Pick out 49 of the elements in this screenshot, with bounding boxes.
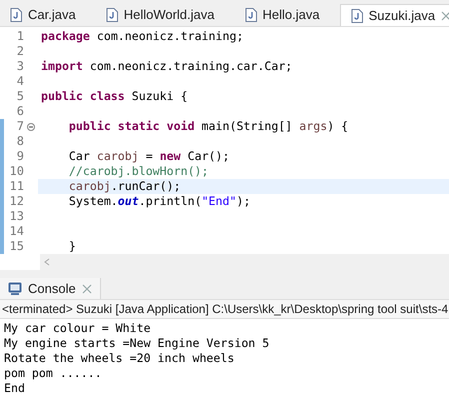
- java-file-icon: [350, 8, 363, 22]
- editor-tab[interactable]: HelloWorld.java: [96, 4, 224, 26]
- line-number: 5: [16, 89, 24, 104]
- console-icon: [8, 282, 22, 295]
- code-line: import com.neonicz.training.car.Car;: [40, 59, 294, 74]
- fold-icon[interactable]: [27, 122, 35, 130]
- tab-label: HelloWorld.java: [124, 6, 214, 24]
- line-number: 6: [16, 104, 24, 119]
- code-line: public class Suzuki {: [40, 89, 189, 104]
- horizontal-scrollbar[interactable]: [40, 254, 449, 270]
- line-number: 11: [8, 179, 24, 194]
- line-number: 9: [16, 149, 24, 164]
- code-line: package com.neonicz.training;: [40, 29, 244, 44]
- console-output-line: End: [4, 381, 26, 396]
- console-output-line: My car colour = White: [4, 321, 152, 336]
- editor-tab[interactable]: Suzuki.java: [340, 4, 449, 26]
- console-status: <terminated> Suzuki [Java Application] C:\Users\kk_kr\Desktop\spring tool suit\sts-4: [0, 300, 449, 319]
- line-number: 10: [8, 164, 24, 179]
- tab-label: Hello.java: [262, 6, 320, 24]
- java-file-icon: [106, 8, 118, 22]
- line-number: 8: [16, 134, 24, 149]
- tab-label: Car.java: [28, 6, 76, 24]
- line-number: 12: [8, 194, 24, 209]
- line-number: 3: [16, 59, 24, 74]
- code-line: Car carobj = new Car();: [68, 149, 231, 164]
- line-number: 2: [16, 44, 24, 59]
- editor-tab[interactable]: Car.java: [0, 4, 86, 26]
- line-number: 1: [16, 29, 24, 44]
- scroll-left-icon[interactable]: [44, 258, 50, 266]
- code-line: System.out.println("End");: [68, 194, 252, 209]
- line-number: 4: [16, 74, 24, 89]
- line-number: 15: [8, 239, 24, 254]
- line-number: 13: [8, 209, 24, 224]
- close-icon[interactable]: [82, 284, 92, 294]
- line-number: 7: [16, 119, 24, 134]
- tab-label: Suzuki.java: [368, 6, 436, 25]
- code-line: }: [68, 239, 77, 254]
- code-line: public static void main(String[] args) {: [68, 119, 350, 134]
- code-line: //carobj.blowHorn();: [68, 164, 210, 179]
- console-output-line: pom pom ......: [4, 366, 103, 381]
- console-tab[interactable]: Console: [0, 278, 101, 299]
- console-output-line: My engine starts =New Engine Version 5: [4, 336, 270, 351]
- editor-tab[interactable]: Hello.java: [234, 4, 330, 26]
- tab-label: Console: [28, 280, 76, 298]
- java-file-icon: [244, 8, 256, 22]
- java-file-icon: [10, 8, 22, 22]
- close-icon[interactable]: [441, 10, 449, 20]
- console-output-line: Rotate the wheels =20 inch wheels: [4, 351, 236, 366]
- line-number: 14: [8, 224, 24, 239]
